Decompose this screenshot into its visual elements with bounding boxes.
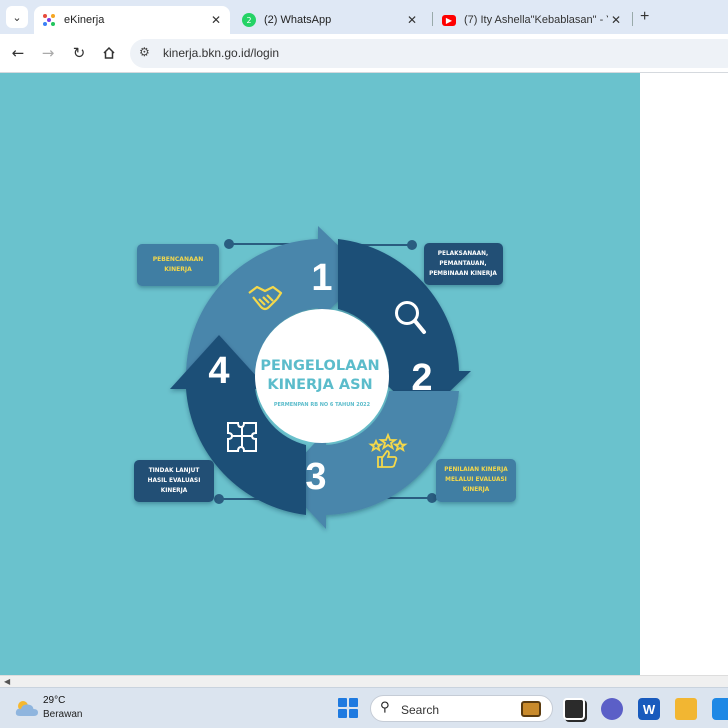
page-viewport: 1 2 3 4 PENGELOLAAN KINERJA ASN PERMENPA… (0, 73, 640, 675)
step-3-label-line: PENILAIAN KINERJA (444, 467, 508, 473)
briefcase-icon (521, 701, 541, 717)
center-title-line1: PENGELOLAAN (260, 358, 379, 374)
whatsapp-favicon-icon: 2 (242, 13, 256, 27)
address-url[interactable]: kinerja.bkn.go.id/login (163, 46, 279, 60)
tab-ekinerja[interactable]: eKinerja ✕ (34, 6, 230, 34)
taskbar-search-label: Search (401, 703, 440, 717)
cloudy-weather-icon (15, 701, 38, 716)
weather-temperature: 29°C (43, 695, 66, 706)
close-tab-icon[interactable]: ✕ (208, 13, 224, 27)
center-circle (255, 309, 389, 443)
horizontal-scrollbar[interactable]: ◀ (0, 675, 728, 687)
address-bar[interactable]: ⚙ kinerja.bkn.go.id/login (130, 39, 728, 68)
step-2-label: PELAKSANAAN, PEMANTAUAN, PEMBINAAN KINER… (424, 243, 503, 285)
step-1-label: PEBENCANAAN KINERJA (137, 244, 219, 286)
step-4-label-line: KINERJA (161, 488, 188, 494)
browser-toolbar: ← → ↻ ⚙ kinerja.bkn.go.id/login (0, 34, 728, 73)
step-1-label-line: PEBENCANAAN (153, 256, 204, 263)
windows-taskbar: 29°C Berawan ⚲ Search W (0, 687, 728, 728)
reload-icon[interactable]: ↻ (69, 43, 89, 63)
windows-start-icon[interactable] (338, 698, 358, 718)
step-3-label: PENILAIAN KINERJA MELALUI EVALUASI KINER… (436, 459, 516, 502)
teams-meet-icon[interactable] (601, 698, 623, 720)
back-arrow-icon[interactable]: ← (8, 43, 28, 63)
tab-whatsapp[interactable]: 2 (2) WhatsApp ✕ (240, 6, 426, 34)
close-tab-icon[interactable]: ✕ (404, 13, 420, 27)
svg-text:W: W (643, 702, 656, 717)
tab-separator (632, 12, 633, 26)
step-3-label-line: KINERJA (463, 487, 490, 493)
step-3-label-line: MELALUI EVALUASI (445, 477, 507, 483)
tab-strip: ⌄ eKinerja ✕ 2 (2) WhatsApp ✕ ▶ (7) Ity … (0, 0, 728, 34)
center-subtitle: PERMENPAN RB NO 6 TAHUN 2022 (274, 402, 371, 408)
step-number-1: 1 (311, 257, 332, 299)
performance-cycle-diagram: 1 2 3 4 PENGELOLAAN KINERJA ASN PERMENPA… (134, 226, 516, 529)
step-2-label-line: PEMANTAUAN, (439, 261, 486, 267)
tab-title: (2) WhatsApp (264, 14, 332, 26)
home-icon[interactable] (99, 43, 119, 63)
forward-arrow-icon[interactable]: → (38, 43, 58, 63)
word-icon[interactable]: W (638, 698, 660, 720)
tab-title: eKinerja (64, 14, 105, 26)
search-icon: ⚲ (380, 700, 390, 715)
tab-separator (432, 12, 433, 26)
step-1-label-line: KINERJA (164, 266, 192, 273)
tab-youtube[interactable]: ▶ (7) Ity Ashella"Kebablasan" - Yo ✕ (440, 6, 630, 34)
step-number-2: 2 (411, 357, 432, 399)
close-tab-icon[interactable]: ✕ (608, 13, 624, 27)
new-tab-icon[interactable]: + (640, 8, 649, 26)
youtube-favicon-icon: ▶ (442, 14, 456, 26)
scroll-left-icon[interactable]: ◀ (4, 677, 10, 686)
ekinerja-favicon-icon (42, 13, 56, 27)
page-right-panel (640, 73, 728, 675)
step-2-label-line: PEMBINAAN KINERJA (429, 271, 497, 277)
task-view-icon[interactable] (563, 698, 585, 720)
center-title-line2: KINERJA ASN (267, 377, 372, 393)
step-number-3: 3 (305, 456, 326, 498)
step-4-label-line: TINDAK LANJUT (149, 468, 200, 474)
step-number-4: 4 (208, 350, 229, 392)
step-2-label-line: PELAKSANAAN, (438, 251, 488, 257)
file-explorer-icon[interactable] (675, 698, 697, 720)
tab-title: (7) Ity Ashella"Kebablasan" - Yo (464, 14, 608, 26)
site-settings-icon[interactable]: ⚙ (139, 45, 150, 59)
taskbar-search-box[interactable]: ⚲ Search (370, 695, 553, 722)
step-4-label: TINDAK LANJUT HASIL EVALUASI KINERJA (134, 460, 214, 502)
step-4-label-line: HASIL EVALUASI (148, 478, 201, 484)
tab-search-dropdown-icon[interactable]: ⌄ (6, 6, 28, 28)
weather-description: Berawan (43, 709, 83, 720)
mail-icon[interactable] (712, 698, 728, 720)
